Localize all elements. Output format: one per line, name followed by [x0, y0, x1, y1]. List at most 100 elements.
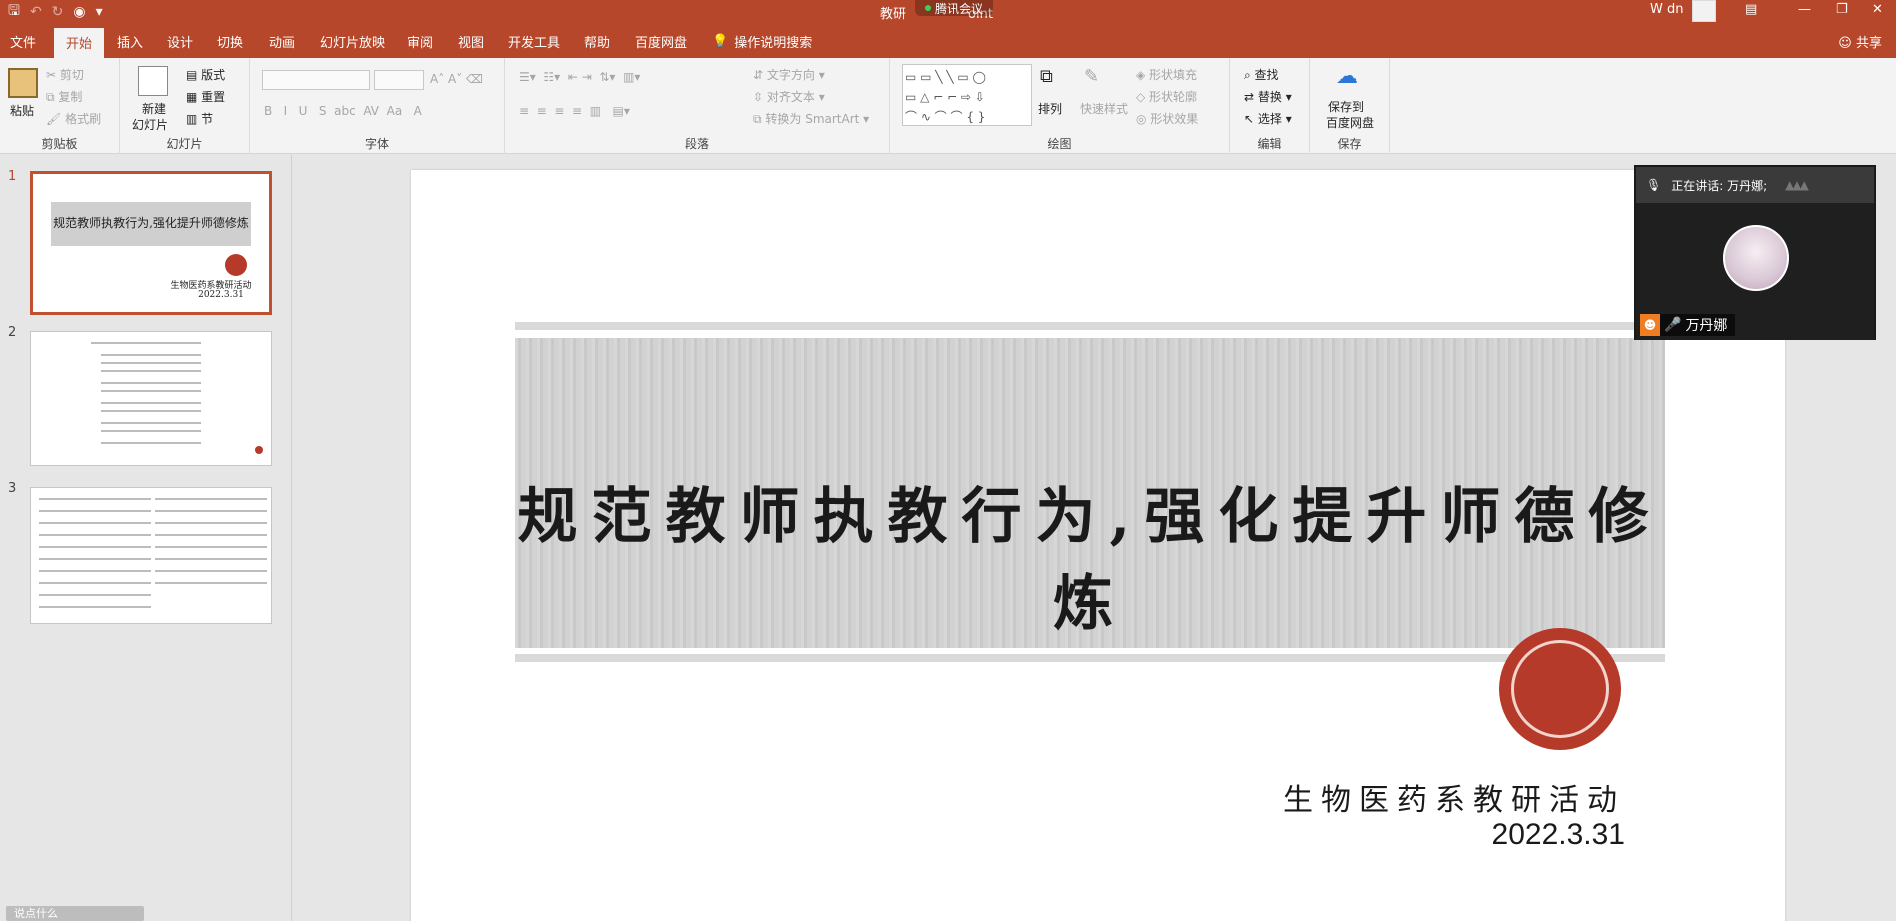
list-icons[interactable]: ☰▾ ☷▾ ⇤ ⇥ ⇅▾ ▥▾ [519, 70, 640, 84]
participant-avatar [1723, 225, 1789, 291]
quick-styles-button[interactable]: 快速样式 [1080, 100, 1128, 117]
tab-transitions[interactable]: 切换 [217, 32, 243, 51]
thumb-title: 规范教师执教行为,强化提升师德修炼 [53, 216, 249, 230]
text-line [101, 402, 201, 404]
shape-effects-button[interactable]: ◎ 形状效果 [1136, 110, 1198, 127]
group-font: A˄ A˅ ⌫ B I U S abc AV Aa A 字体 [250, 58, 505, 154]
tab-insert[interactable]: 插入 [117, 32, 143, 51]
new-slide-button[interactable]: 新建 [142, 100, 166, 117]
slide-thumbnail-3[interactable] [30, 487, 272, 624]
tab-animations[interactable]: 动画 [269, 32, 295, 51]
ribbon-display-icon[interactable]: ▤ [1745, 2, 1757, 17]
tab-review[interactable]: 审阅 [407, 32, 433, 51]
text-line [155, 570, 267, 572]
quick-access-toolbar: 🖫 ↶ ↻ ◉ ▾ [8, 2, 103, 22]
tab-view[interactable]: 视图 [458, 32, 484, 51]
text-line [39, 546, 151, 548]
thumb-number: 2 [8, 325, 17, 340]
group-label: 字体 [364, 137, 389, 151]
minimize-icon[interactable]: — [1798, 2, 1811, 17]
text-line [39, 594, 151, 596]
group-label: 绘图 [1047, 137, 1072, 151]
slide-subtitle[interactable]: 生物医药系教研活动 [1283, 775, 1625, 819]
tell-me-search[interactable]: 💡 操作说明搜索 [712, 32, 812, 51]
section-button[interactable]: ▥ 节 [186, 110, 213, 127]
new-slide-icon[interactable] [138, 66, 168, 96]
shape-outline-button[interactable]: ◇ 形状轮廓 [1136, 88, 1197, 105]
group-drawing: ▭ ▭ ╲ ╲ ▭ ◯ ▭ △ ⌐ ⌐ ⇨ ⇩ ⌒ ∿ ⌒ ⌒ { } ⧉ 排列 ✎… [890, 58, 1230, 154]
lightbulb-icon: 💡 [712, 34, 729, 49]
smartart-button[interactable]: ⧉ 转换为 SmartArt ▾ [753, 110, 869, 127]
meeting-video: ☻ 🎤 万丹娜 [1636, 203, 1874, 340]
seal-ring [1511, 640, 1609, 738]
group-label: 幻灯片 [166, 137, 203, 151]
text-line [101, 430, 201, 432]
align-text-button[interactable]: ⇳ 对齐文本 ▾ [753, 88, 825, 105]
participant-name: 万丹娜 [1685, 318, 1728, 334]
notes-hint-button[interactable]: 说点什么 [6, 906, 144, 921]
meeting-chip[interactable]: 腾讯会议 [915, 0, 994, 16]
layout-button[interactable]: ▤ 版式 [186, 66, 225, 83]
baidu-label[interactable]: 百度网盘 [1326, 114, 1374, 131]
meeting-video-panel[interactable]: 🎙 正在讲话: 万丹娜; ▲▲▲ ☻ 🎤 万丹娜 [1634, 165, 1876, 340]
group-label: 段落 [684, 137, 709, 151]
font-grow-icon[interactable]: A˄ A˅ ⌫ [430, 72, 483, 86]
font-style-icons[interactable]: B I U S abc AV Aa A [264, 104, 422, 118]
tab-help[interactable]: 帮助 [584, 32, 610, 51]
seal-icon [255, 446, 263, 454]
reset-button[interactable]: ▦ 重置 [186, 88, 225, 105]
customize-qat-icon[interactable]: ▾ [96, 4, 103, 20]
tab-baidu[interactable]: 百度网盘 [635, 32, 687, 51]
avatar[interactable] [1692, 0, 1716, 22]
close-icon[interactable]: ✕ [1872, 2, 1883, 17]
paste-button[interactable]: 粘贴 [10, 102, 34, 119]
align-icons[interactable]: ≡ ≡ ≡ ≡ ▥ ▤▾ [519, 104, 630, 118]
text-line [155, 558, 267, 560]
shape-fill-button[interactable]: ◈ 形状填充 [1136, 66, 1197, 83]
title-banner: 规范教师执教行为,强化提升师德修炼 [515, 338, 1665, 648]
slide-thumbnail-1[interactable]: 规范教师执教行为,强化提升师德修炼 生物医药系教研活动 2022.3.31 [30, 171, 272, 315]
group-slides: 新建 幻灯片 ▤ 版式 ▦ 重置 ▥ 节 幻灯片 [120, 58, 250, 154]
slideshow-icon[interactable]: ◉ [73, 4, 85, 20]
quick-styles-icon[interactable]: ✎ [1084, 66, 1099, 87]
find-button[interactable]: ⌕ 查找 [1244, 66, 1279, 83]
text-line [91, 342, 201, 344]
group-paragraph: ☰▾ ☷▾ ⇤ ⇥ ⇅▾ ▥▾ ≡ ≡ ≡ ≡ ▥ ▤▾ ⇵ 文字方向 ▾ ⇳ … [505, 58, 890, 154]
undo-icon[interactable]: ↶ [30, 4, 42, 20]
select-button[interactable]: ↖ 选择 ▾ [1244, 110, 1292, 127]
format-painter-button[interactable]: 🖌 格式刷 [46, 110, 101, 127]
replace-button[interactable]: ⇄ 替换 ▾ [1244, 88, 1292, 105]
restore-icon[interactable]: ❐ [1836, 2, 1848, 17]
tab-design[interactable]: 设计 [167, 32, 193, 51]
text-line [101, 442, 201, 444]
slide-1[interactable]: 规范教师执教行为,强化提升师德修炼 生物医药系教研活动 2022.3.31 [411, 170, 1785, 921]
tab-file[interactable]: 文件 [10, 32, 36, 51]
new-slide-dropdown[interactable]: 幻灯片 [132, 116, 168, 133]
text-direction-button[interactable]: ⇵ 文字方向 ▾ [753, 66, 825, 83]
participant-tag: ☻ 🎤 万丹娜 [1640, 314, 1736, 336]
share-button[interactable]: ☺ 共享 [1838, 32, 1882, 51]
redo-icon[interactable]: ↻ [52, 4, 64, 20]
font-name-combo[interactable] [262, 70, 370, 90]
save-icon[interactable]: 🖫 [8, 0, 20, 24]
tab-home[interactable]: 开始 [54, 28, 105, 61]
baidu-cloud-icon[interactable]: ☁ [1336, 64, 1358, 89]
tab-developer[interactable]: 开发工具 [508, 32, 560, 51]
arrange-button[interactable]: 排列 [1038, 100, 1062, 117]
paste-icon[interactable] [8, 68, 38, 98]
font-size-combo[interactable] [374, 70, 424, 90]
arrange-icon[interactable]: ⧉ [1040, 66, 1053, 87]
slide-date[interactable]: 2022.3.31 [1492, 818, 1625, 852]
user-name[interactable]: W dn [1650, 2, 1683, 17]
microphone-icon: 🎙 [1646, 178, 1662, 192]
slide-title[interactable]: 规范教师执教行为,强化提升师德修炼 [515, 468, 1665, 642]
slide-thumbnail-2[interactable] [30, 331, 272, 466]
text-line [39, 522, 151, 524]
cut-button[interactable]: ✂ 剪切 [46, 66, 84, 83]
shapes-gallery[interactable]: ▭ ▭ ╲ ╲ ▭ ◯ ▭ △ ⌐ ⌐ ⇨ ⇩ ⌒ ∿ ⌒ ⌒ { } [902, 64, 1032, 126]
tab-slideshow[interactable]: 幻灯片放映 [320, 32, 385, 51]
audio-wave-icon: ▲▲▲ [1785, 178, 1809, 192]
text-line [101, 370, 201, 372]
copy-button[interactable]: ⧉ 复制 [46, 88, 82, 105]
save-to-label[interactable]: 保存到 [1328, 98, 1364, 115]
